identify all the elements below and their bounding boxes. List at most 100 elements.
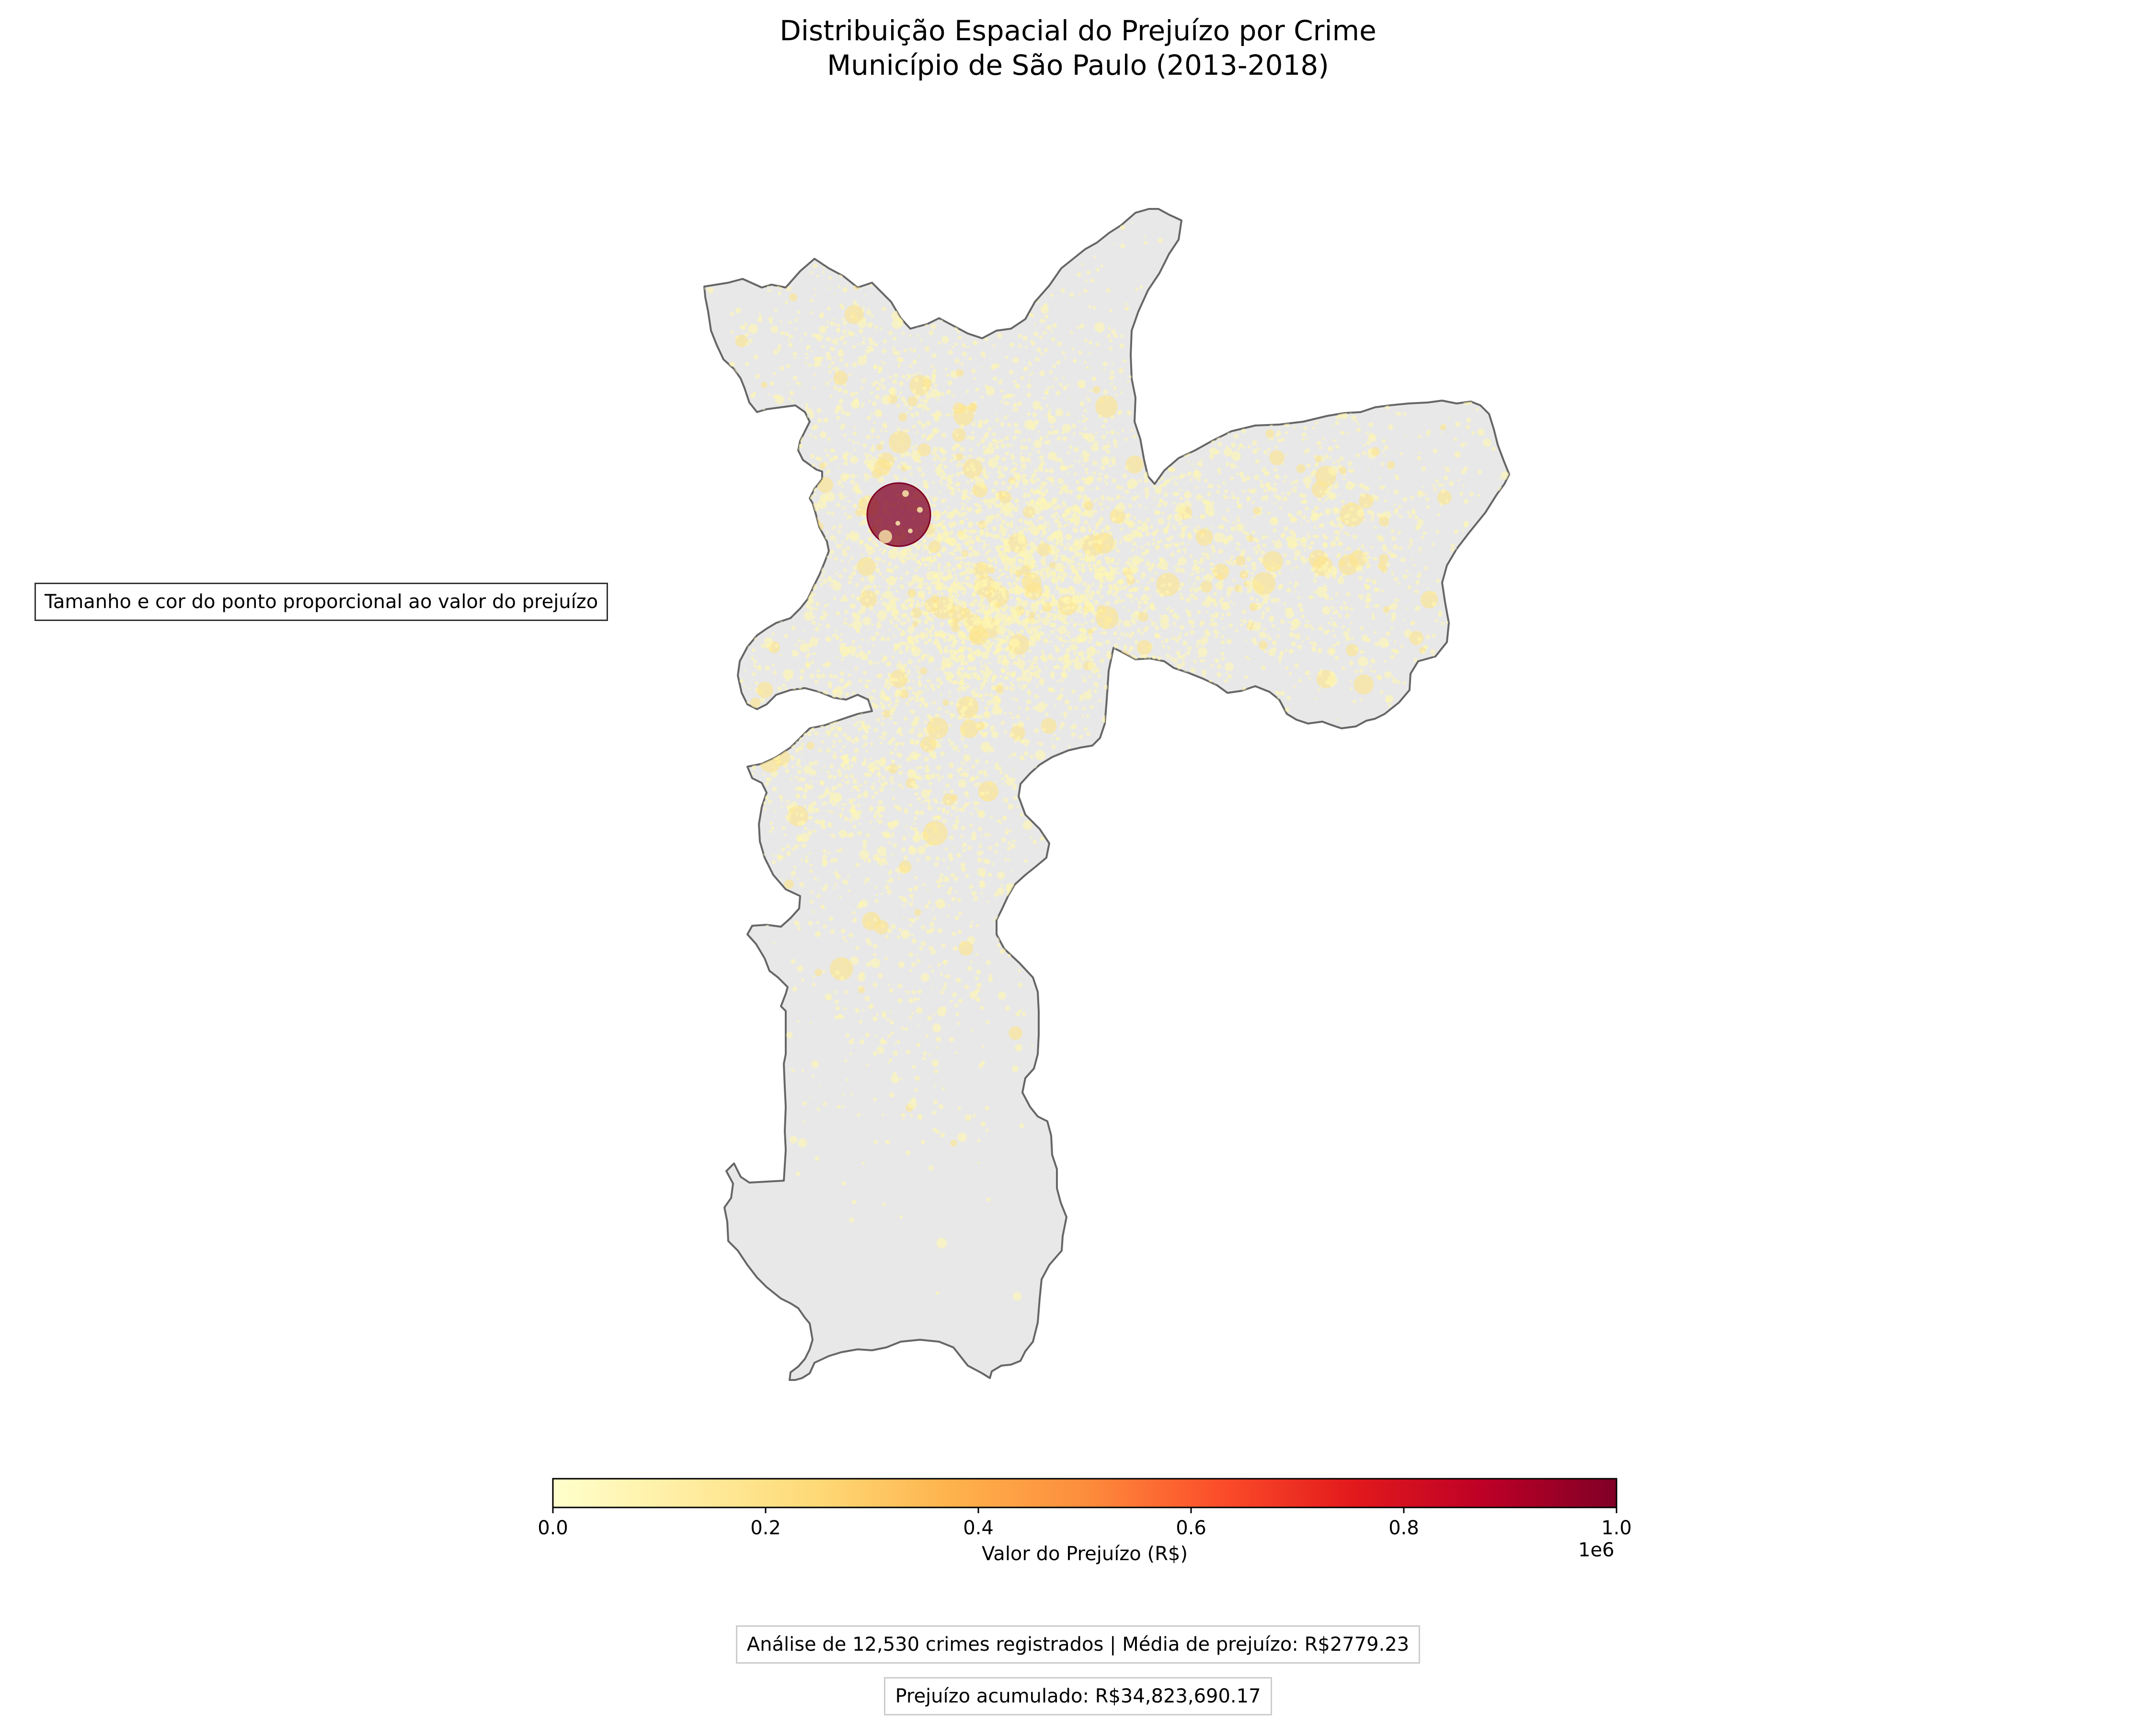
- crime-point: [933, 523, 936, 526]
- crime-point: [779, 366, 784, 371]
- crime-point: [1143, 654, 1148, 659]
- crime-point: [1171, 475, 1175, 479]
- crime-point: [956, 330, 960, 334]
- crime-point: [1304, 549, 1306, 552]
- crime-point: [1403, 619, 1406, 621]
- crime-point: [1036, 613, 1040, 618]
- crime-point: [846, 517, 849, 520]
- crime-point: [1074, 521, 1079, 526]
- crime-point: [1226, 462, 1230, 466]
- crime-point: [1158, 557, 1163, 562]
- crime-point: [962, 571, 966, 575]
- crime-point: [1000, 551, 1003, 554]
- crime-point: [1172, 491, 1178, 496]
- crime-point: [1138, 661, 1142, 665]
- crime-point: [836, 503, 840, 507]
- crime-point: [1357, 423, 1360, 426]
- crime-point: [1174, 481, 1176, 483]
- crime-point: [954, 590, 958, 594]
- crime-point: [1233, 603, 1236, 606]
- crime-point: [1034, 565, 1038, 568]
- crime-point: [1101, 528, 1105, 532]
- crime-point: [856, 475, 859, 477]
- crime-point: [906, 547, 912, 552]
- crime-point: [933, 457, 937, 461]
- crime-point: [796, 413, 799, 415]
- crime-point: [1362, 556, 1368, 562]
- crime-point: [873, 343, 878, 347]
- crime-point: [791, 272, 795, 277]
- crime-point: [1001, 481, 1006, 485]
- crime-point: [920, 542, 923, 546]
- crime-point: [928, 638, 932, 643]
- crime-point: [1093, 509, 1098, 513]
- crime-point: [1263, 627, 1266, 631]
- crime-point: [928, 590, 932, 595]
- crime-point: [975, 694, 978, 697]
- crime-point: [1493, 605, 1497, 609]
- crime-point: [1028, 665, 1031, 667]
- crime-point: [957, 677, 960, 679]
- crime-point: [1268, 405, 1271, 408]
- crime-point: [963, 645, 966, 649]
- crime-point: [1144, 487, 1149, 493]
- crime-point: [1398, 505, 1402, 508]
- crime-point: [1135, 610, 1140, 615]
- crime-point: [980, 540, 983, 543]
- crime-point: [1501, 609, 1504, 613]
- crime-point: [972, 467, 976, 472]
- crime-point: [1323, 541, 1328, 546]
- crime-point: [816, 706, 819, 709]
- crime-point: [1153, 484, 1156, 488]
- crime-point: [1344, 606, 1349, 611]
- crime-point: [926, 494, 929, 496]
- crime-point: [882, 559, 885, 563]
- crime-point: [1455, 421, 1461, 427]
- crime-point: [798, 516, 801, 519]
- crime-point: [1410, 495, 1414, 500]
- crime-point: [1196, 435, 1205, 444]
- crime-point: [1325, 277, 1329, 280]
- crime-point: [794, 596, 798, 600]
- crime-point: [1155, 337, 1158, 340]
- crime-point: [1133, 516, 1136, 520]
- crime-point: [844, 457, 848, 461]
- crime-point: [958, 270, 966, 278]
- crime-point: [1140, 794, 1145, 799]
- crime-point: [1246, 556, 1251, 562]
- crime-point: [1430, 649, 1435, 654]
- crime-point: [734, 435, 737, 438]
- crime-point: [1190, 682, 1194, 687]
- crime-point: [937, 566, 940, 570]
- crime-point: [1350, 607, 1353, 611]
- crime-point: [1079, 552, 1083, 557]
- crime-point: [1383, 454, 1386, 457]
- crime-point: [844, 495, 847, 498]
- crime-point: [722, 462, 728, 468]
- crime-point: [1006, 667, 1009, 669]
- crime-point: [1296, 464, 1306, 473]
- crime-point: [1229, 462, 1236, 469]
- crime-point: [1204, 659, 1206, 662]
- crime-point: [776, 481, 779, 485]
- crime-point: [870, 447, 875, 452]
- crime-point: [1086, 552, 1089, 555]
- crime-point: [982, 469, 986, 473]
- crime-point: [788, 340, 791, 343]
- crime-point: [1120, 391, 1123, 394]
- crime-point: [1058, 590, 1064, 595]
- crime-point: [950, 606, 953, 610]
- crime-point: [861, 341, 866, 345]
- crime-point: [760, 615, 766, 621]
- crime-point: [907, 581, 913, 587]
- crime-point: [1300, 500, 1304, 504]
- crime-point: [1101, 456, 1110, 465]
- crime-point: [735, 335, 738, 339]
- crime-point: [762, 538, 765, 541]
- crime-point: [896, 598, 900, 601]
- crime-point: [844, 618, 847, 621]
- crime-point: [1078, 420, 1081, 423]
- crime-point: [1252, 440, 1257, 446]
- crime-point: [1321, 564, 1328, 571]
- crime-point: [1065, 533, 1072, 540]
